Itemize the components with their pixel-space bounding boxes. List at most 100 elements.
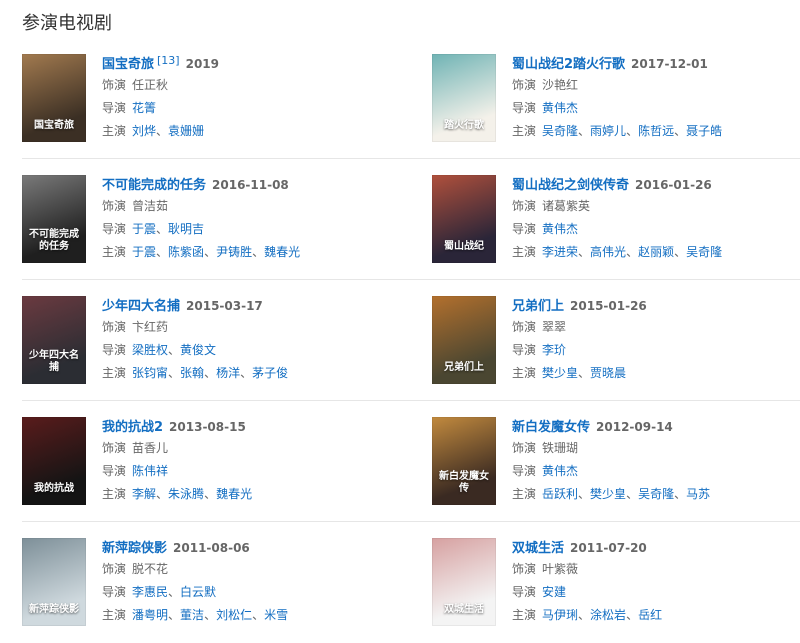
- cast-link[interactable]: 张翰: [180, 366, 204, 380]
- cast-link[interactable]: 陈紫函: [168, 245, 204, 259]
- cast-link[interactable]: 贾晓晨: [590, 366, 626, 380]
- director-list: 李玠: [542, 343, 566, 357]
- series-title-link[interactable]: 我的抗战2: [102, 420, 163, 435]
- cast-link[interactable]: 吴奇隆: [638, 487, 674, 501]
- series-row: 新萍踪侠影 新萍踪侠影 2011-08-06 饰演 脱不花 导演 李惠民、白云默 主演 潘粤明、…: [0, 522, 800, 643]
- cast-link[interactable]: 于震: [132, 245, 156, 259]
- cast-link[interactable]: 高伟光: [590, 245, 626, 259]
- director-line: 导演 黄伟杰: [512, 218, 800, 241]
- series-poster[interactable]: 踏火行歌: [432, 54, 496, 142]
- cast-link[interactable]: 张钧甯: [132, 366, 168, 380]
- director-link[interactable]: 于震: [132, 222, 156, 236]
- series-poster[interactable]: 我的抗战: [22, 417, 86, 505]
- series-title-link[interactable]: 国宝奇旅: [102, 57, 154, 72]
- cast-link[interactable]: 樊少皇: [542, 366, 578, 380]
- release-date: 2012-09-14: [596, 420, 673, 434]
- role-line: 饰演 诸葛紫英: [512, 195, 800, 218]
- cast-line: 主演 于震、陈紫函、尹铸胜、魏春光: [102, 241, 412, 264]
- director-link[interactable]: 花箐: [132, 101, 156, 115]
- cast-link[interactable]: 董洁: [180, 608, 204, 622]
- cast-link[interactable]: 刘烨: [132, 124, 156, 138]
- series-poster[interactable]: 蜀山战纪: [432, 175, 496, 263]
- poster-title-art: 我的抗战: [34, 483, 74, 494]
- cast-link[interactable]: 李解: [132, 487, 156, 501]
- cast-label: 主演: [102, 487, 127, 501]
- director-link[interactable]: 耿明吉: [168, 222, 204, 236]
- director-link[interactable]: 白云默: [180, 585, 216, 599]
- series-title-link[interactable]: 双城生活: [512, 541, 564, 556]
- cast-link[interactable]: 茅子俊: [252, 366, 288, 380]
- series-title-link[interactable]: 不可能完成的任务: [102, 178, 206, 193]
- series-title-link[interactable]: 兄弟们上: [512, 299, 564, 314]
- cast-link[interactable]: 吴奇隆: [542, 124, 578, 138]
- cast-link[interactable]: 樊少皇: [590, 487, 626, 501]
- cast-link[interactable]: 李进荣: [542, 245, 578, 259]
- cast-link[interactable]: 涂松岩: [590, 608, 626, 622]
- cast-link[interactable]: 吴奇隆: [686, 245, 722, 259]
- role-name: 卞红药: [132, 320, 169, 334]
- director-link[interactable]: 陈伟祥: [132, 464, 168, 478]
- series-title-link[interactable]: 蜀山战纪之剑侠传奇: [512, 178, 629, 193]
- reference-link[interactable]: [13]: [157, 54, 180, 67]
- separator: 、: [168, 608, 181, 622]
- director-link[interactable]: 李玠: [542, 343, 566, 357]
- role-label: 饰演: [512, 562, 537, 576]
- cast-list: 于震、陈紫函、尹铸胜、魏春光: [132, 245, 300, 259]
- poster-title-art: 国宝奇旅: [34, 120, 74, 131]
- director-link[interactable]: 黄伟杰: [542, 464, 578, 478]
- cast-link[interactable]: 尹铸胜: [216, 245, 252, 259]
- series-row: 少年四大名捕 少年四大名捕 2015-03-17 饰演 卞红药 导演 梁胜权、黄俊文 主演 张钧…: [0, 280, 800, 401]
- series-row: 我的抗战 我的抗战2 2013-08-15 饰演 苗香儿 导演 陈伟祥 主演 李解、朱泳腾、魏春…: [0, 401, 800, 522]
- series-item: 不可能完成的任务 不可能完成的任务 2016-11-08 饰演 曾洁茹 导演 于震、耿明吉主…: [22, 175, 412, 263]
- cast-link[interactable]: 雨婷儿: [590, 124, 626, 138]
- director-label: 导演: [512, 222, 537, 236]
- role-label: 饰演: [102, 441, 127, 455]
- cast-link[interactable]: 陈哲远: [638, 124, 674, 138]
- series-poster[interactable]: 新白发魔女传: [432, 417, 496, 505]
- director-link[interactable]: 安建: [542, 585, 566, 599]
- cast-link[interactable]: 马伊琍: [542, 608, 578, 622]
- cast-link[interactable]: 袁姗姗: [168, 124, 204, 138]
- series-title-link[interactable]: 蜀山战纪2踏火行歌: [512, 57, 625, 72]
- series-poster[interactable]: 国宝奇旅: [22, 54, 86, 142]
- series-title-link[interactable]: 新萍踪侠影: [102, 541, 167, 556]
- director-line: 导演 安建: [512, 581, 800, 604]
- cast-link[interactable]: 岳红: [638, 608, 662, 622]
- cast-link[interactable]: 魏春光: [216, 487, 252, 501]
- cast-link[interactable]: 朱泳腾: [168, 487, 204, 501]
- series-poster[interactable]: 新萍踪侠影: [22, 538, 86, 626]
- separator: 、: [578, 366, 591, 380]
- series-poster[interactable]: 双城生活: [432, 538, 496, 626]
- cast-list: 潘粤明、董洁、刘松仁、米雪: [132, 608, 288, 622]
- role-label: 饰演: [512, 320, 537, 334]
- director-link[interactable]: 黄俊文: [180, 343, 216, 357]
- role-line: 饰演 卞红药: [102, 316, 412, 339]
- separator: 、: [626, 124, 639, 138]
- separator: 、: [626, 245, 639, 259]
- series-item: 少年四大名捕 少年四大名捕 2015-03-17 饰演 卞红药 导演 梁胜权、黄俊文 主演 张钧…: [22, 296, 412, 384]
- cast-link[interactable]: 赵丽颖: [638, 245, 674, 259]
- cast-link[interactable]: 米雪: [264, 608, 288, 622]
- series-poster[interactable]: 兄弟们上: [432, 296, 496, 384]
- director-link[interactable]: 梁胜权: [132, 343, 168, 357]
- poster-title-art: 不可能完成的任务: [29, 229, 79, 252]
- cast-link[interactable]: 马苏: [686, 487, 710, 501]
- cast-link[interactable]: 刘松仁: [216, 608, 252, 622]
- cast-link[interactable]: 杨洋: [216, 366, 240, 380]
- cast-link[interactable]: 潘粤明: [132, 608, 168, 622]
- cast-link[interactable]: 魏春光: [264, 245, 300, 259]
- role-line: 饰演 脱不花: [102, 558, 412, 581]
- cast-link[interactable]: 聂子皓: [686, 124, 722, 138]
- series-item: 蜀山战纪 蜀山战纪之剑侠传奇 2016-01-26 饰演 诸葛紫英 导演 黄伟杰 主演 李进荣、…: [432, 175, 800, 263]
- series-poster[interactable]: 不可能完成的任务: [22, 175, 86, 263]
- separator: 、: [204, 608, 217, 622]
- director-link[interactable]: 黄伟杰: [542, 222, 578, 236]
- series-title-line: 不可能完成的任务 2016-11-08: [102, 175, 412, 195]
- director-link[interactable]: 李惠民: [132, 585, 168, 599]
- series-title-link[interactable]: 新白发魔女传: [512, 420, 590, 435]
- series-poster[interactable]: 少年四大名捕: [22, 296, 86, 384]
- cast-link[interactable]: 岳跃利: [542, 487, 578, 501]
- director-link[interactable]: 黄伟杰: [542, 101, 578, 115]
- cast-line: 主演 樊少皇、贾晓晨: [512, 362, 800, 385]
- series-title-link[interactable]: 少年四大名捕: [102, 299, 180, 314]
